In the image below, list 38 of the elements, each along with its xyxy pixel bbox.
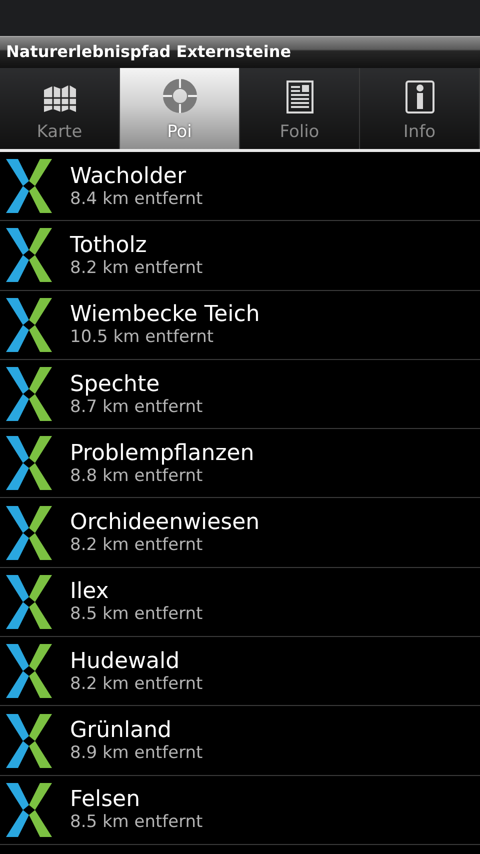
poi-name[interactable]: Spechte [70,372,203,397]
distance-text: 8.9 km entfernt [70,743,203,764]
document-icon [286,80,314,114]
distance-text: 8.8 km entfernt [70,466,204,486]
poi-name[interactable]: Felsen [70,787,203,812]
x-logo-icon [6,644,52,698]
tab[interactable]: Folio [240,68,360,149]
x-logo-icon [6,367,52,422]
app-title: Naturerlebnispfad Externsteine [5,41,292,63]
x-logo-icon [6,436,52,490]
distance-text: 8.5 km entfernt [70,604,203,624]
distance-text: 8.2 km entfernt [70,674,203,694]
poi-name[interactable]: Orchideenwiesen [70,510,260,536]
x-logo-icon [6,574,52,629]
poi-name[interactable]: Wacholder [70,164,203,189]
poi-name[interactable]: Hudewald [70,648,203,674]
poi-name[interactable]: Grünland [70,718,203,744]
x-logo-icon [6,714,52,768]
poi-name[interactable]: Wiembecke Teich [70,302,260,328]
distance-text: 8.4 km entfernt [70,188,203,209]
tab[interactable]: Info [360,68,480,149]
x-logo-icon [6,782,52,837]
target-icon [162,78,198,114]
x-logo-icon [6,228,52,282]
x-logo-icon [6,506,52,560]
distance-text: 8.2 km entfernt [70,258,203,278]
map-icon [42,84,78,114]
poi-name[interactable]: Problempflanzen [70,440,254,466]
distance-text: 8.7 km entfernt [70,396,203,417]
x-logo-icon [6,159,52,214]
tab[interactable]: Karte [0,68,120,149]
distance-text: 8.5 km entfernt [70,812,203,832]
distance-text: 10.5 km entfernt [70,327,215,348]
info-icon [404,80,434,114]
poi-name[interactable]: Totholz [70,232,203,258]
x-logo-icon [6,298,52,352]
poi-name[interactable]: Ilex [70,579,203,604]
distance-text: 8.2 km entfernt [70,535,204,556]
